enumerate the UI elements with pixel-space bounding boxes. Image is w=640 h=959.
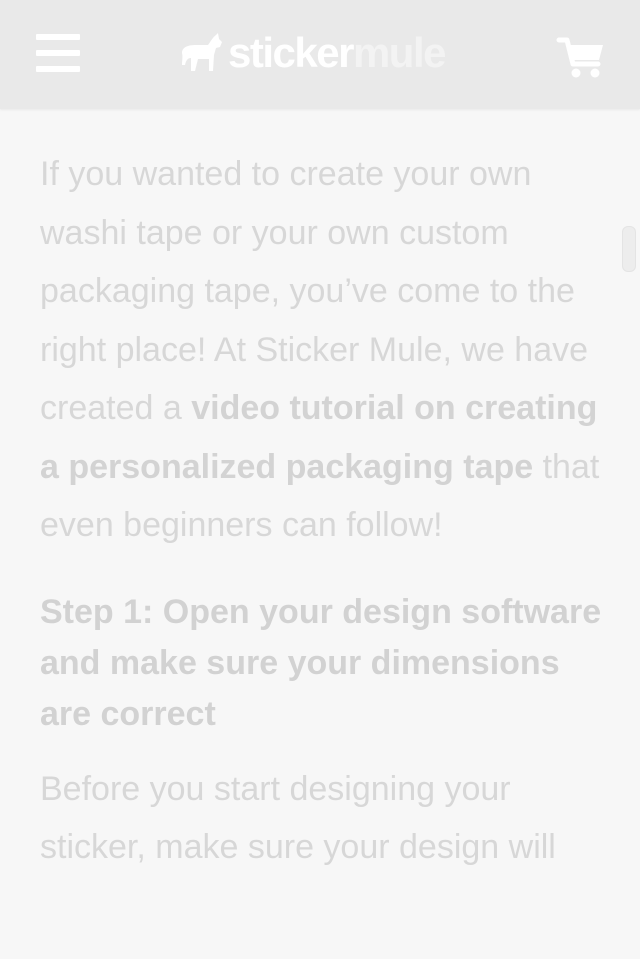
scrollbar-thumb[interactable]	[622, 226, 636, 272]
step-1-heading: Step 1: Open your design software and ma…	[40, 592, 602, 733]
logo-text-sticker: sticker	[228, 29, 354, 76]
article-content: If you wanted to create your own washi t…	[40, 60, 610, 877]
shopping-cart-icon[interactable]	[556, 34, 606, 80]
sticker-mule-logo[interactable]: sticker mule	[178, 28, 447, 78]
hamburger-menu-icon[interactable]	[36, 32, 82, 74]
mule-icon	[182, 33, 222, 71]
intro-text-start: If you wanted to create your own washi t…	[40, 155, 589, 427]
top-navigation-bar: sticker mule	[0, 0, 640, 109]
step-1-paragraph: Before you start designing your sticker,…	[40, 769, 556, 867]
intro-paragraph: If you wanted to create your own washi t…	[40, 145, 610, 555]
logo-text-mule: mule	[352, 29, 447, 76]
